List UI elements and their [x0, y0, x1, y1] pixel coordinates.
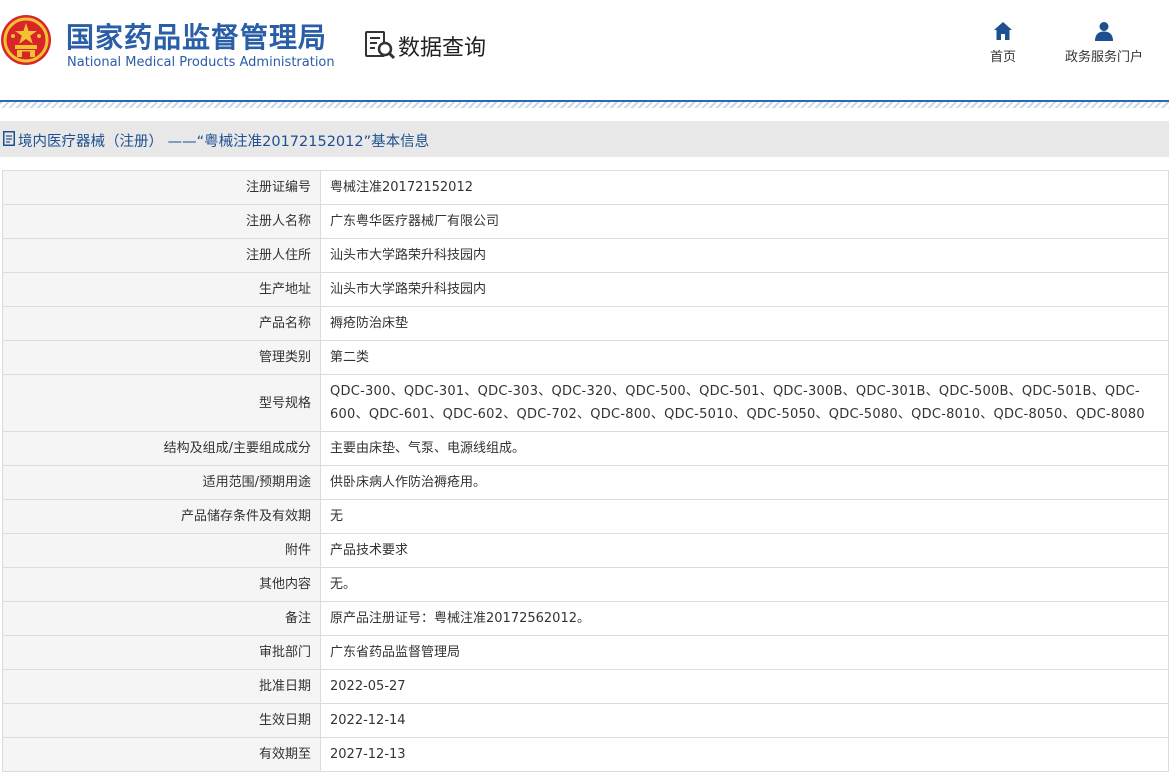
national-emblem-icon — [1, 15, 51, 65]
home-icon — [994, 22, 1012, 40]
field-label: 生产地址 — [2, 272, 321, 307]
field-value: 2027-12-13 — [320, 737, 1169, 772]
site-header: 国家药品监督管理局 National Medical Products Admi… — [0, 0, 1169, 100]
record-title-bar: 境内医疗器械（注册） ——“粤械注准20172152012”基本信息 — [0, 121, 1169, 157]
table-row: 审批部门 广东省药品监督管理局 — [2, 635, 1169, 670]
user-icon — [1095, 22, 1113, 41]
table-row: 型号规格 QDC-300、QDC-301、QDC-303、QDC-320、QDC… — [2, 374, 1169, 432]
field-label: 审批部门 — [2, 635, 321, 670]
nav-portal-label: 政务服务门户 — [1064, 50, 1143, 65]
table-row: 有效期至 2027-12-13 — [2, 737, 1169, 772]
org-name-en: National Medical Products Administration — [67, 55, 335, 70]
field-value: 2022-12-14 — [320, 703, 1169, 738]
field-label: 有效期至 — [2, 737, 321, 772]
data-query-title: 数据查询 — [398, 36, 487, 61]
field-label: 备注 — [2, 601, 321, 636]
field-label: 型号规格 — [2, 374, 321, 432]
table-row: 备注 原产品注册证号：粤械注准20172562012。 — [2, 601, 1169, 636]
field-label: 适用范围/预期用途 — [2, 465, 321, 500]
data-query-icon — [365, 31, 396, 60]
field-value: 主要由床垫、气泵、电源线组成。 — [320, 431, 1169, 466]
field-value: 产品技术要求 — [320, 533, 1169, 568]
field-value: 广东省药品监督管理局 — [320, 635, 1169, 670]
field-value: 粤械注准20172152012 — [320, 170, 1169, 205]
record-title: 境内医疗器械（注册） ——“粤械注准20172152012”基本信息 — [18, 134, 430, 150]
field-label: 注册人名称 — [2, 204, 321, 239]
field-label: 注册证编号 — [2, 170, 321, 205]
field-label: 结构及组成/主要组成成分 — [2, 431, 321, 466]
field-label: 其他内容 — [2, 567, 321, 602]
header-stripe — [0, 102, 1169, 108]
field-label: 注册人住所 — [2, 238, 321, 273]
org-name-cn: 国家药品监督管理局 — [66, 21, 328, 54]
field-label: 产品名称 — [2, 306, 321, 341]
table-row: 注册证编号 粤械注准20172152012 — [2, 170, 1169, 205]
nav-home-link[interactable]: 首页 — [985, 20, 1021, 65]
table-row: 注册人名称 广东粤华医疗器械厂有限公司 — [2, 204, 1169, 239]
table-row: 产品储存条件及有效期 无 — [2, 499, 1169, 534]
field-value: 汕头市大学路荣升科技园内 — [320, 238, 1169, 273]
table-row: 注册人住所 汕头市大学路荣升科技园内 — [2, 238, 1169, 273]
field-label: 管理类别 — [2, 340, 321, 375]
field-value: 褥疮防治床垫 — [320, 306, 1169, 341]
field-value: 汕头市大学路荣升科技园内 — [320, 272, 1169, 307]
field-value: 无 — [320, 499, 1169, 534]
field-value: QDC-300、QDC-301、QDC-303、QDC-320、QDC-500、… — [320, 374, 1169, 432]
document-icon — [3, 131, 15, 146]
field-value: 广东粤华医疗器械厂有限公司 — [320, 204, 1169, 239]
record-detail-table: 注册证编号 粤械注准20172152012 注册人名称 广东粤华医疗器械厂有限公… — [2, 170, 1169, 772]
table-row: 批准日期 2022-05-27 — [2, 669, 1169, 704]
table-row: 生效日期 2022-12-14 — [2, 703, 1169, 738]
field-value: 无。 — [320, 567, 1169, 602]
field-label: 产品储存条件及有效期 — [2, 499, 321, 534]
field-value: 原产品注册证号：粤械注准20172562012。 — [320, 601, 1169, 636]
table-row: 产品名称 褥疮防治床垫 — [2, 306, 1169, 341]
table-row: 适用范围/预期用途 供卧床病人作防治褥疮用。 — [2, 465, 1169, 500]
field-value: 第二类 — [320, 340, 1169, 375]
field-value: 供卧床病人作防治褥疮用。 — [320, 465, 1169, 500]
table-row: 生产地址 汕头市大学路荣升科技园内 — [2, 272, 1169, 307]
table-row: 其他内容 无。 — [2, 567, 1169, 602]
table-row: 结构及组成/主要组成成分 主要由床垫、气泵、电源线组成。 — [2, 431, 1169, 466]
table-row: 管理类别 第二类 — [2, 340, 1169, 375]
field-value: 2022-05-27 — [320, 669, 1169, 704]
field-label: 附件 — [2, 533, 321, 568]
nav-service-portal-link[interactable]: 政务服务门户 — [1058, 20, 1150, 65]
table-row: 附件 产品技术要求 — [2, 533, 1169, 568]
field-label: 生效日期 — [2, 703, 321, 738]
field-label: 批准日期 — [2, 669, 321, 704]
nav-home-label: 首页 — [989, 50, 1016, 65]
